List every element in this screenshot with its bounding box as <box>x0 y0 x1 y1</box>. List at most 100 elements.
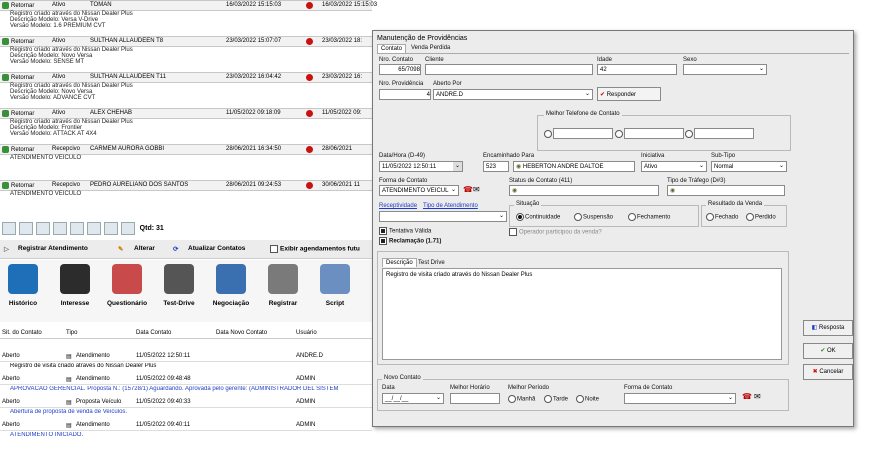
operador-checkbox[interactable]: Operador participou da venda? <box>509 228 602 236</box>
phone-icon[interactable]: ☎ <box>463 185 473 194</box>
atualizar-contatos-button[interactable]: Atualizar Contatos <box>188 245 245 252</box>
list-row[interactable]: Retornar Ativo TOMAN 16/03/2022 15:15:03 16/… <box>0 0 377 11</box>
resposta-button[interactable]: ◧ Resposta <box>803 320 853 336</box>
historico-button[interactable]: Histórico <box>2 264 44 318</box>
list-row[interactable]: Retornar Ativo SULTHAN ALLAUDEEN T8 23/03/2… <box>0 36 372 47</box>
data-hora-field[interactable]: 11/05/2022 12:50:11 ⌄ <box>379 161 463 172</box>
interesse-button[interactable]: Interesse <box>54 264 96 318</box>
col-sit[interactable]: Sit. do Contato <box>2 330 42 336</box>
row-status: Ativo <box>52 38 66 44</box>
tab-test-drive[interactable]: Test Drive <box>418 260 445 266</box>
col-novo[interactable]: Data Novo Contato <box>216 330 267 336</box>
add-icon[interactable] <box>19 222 33 235</box>
print-icon[interactable] <box>53 222 67 235</box>
export-icon[interactable] <box>70 222 84 235</box>
refresh-icon[interactable] <box>121 222 135 235</box>
row-action[interactable]: Retornar <box>11 111 34 117</box>
mail-icon[interactable]: ✉ <box>473 185 480 194</box>
tipo-trafego-label: Tipo de Tráfego (D#3) <box>667 178 726 184</box>
registrar-atendimento-button[interactable]: Registrar Atendimento <box>18 245 88 252</box>
return-icon[interactable] <box>2 2 9 9</box>
telefone-radio-3[interactable] <box>685 129 694 138</box>
questionario-button[interactable]: Questionário <box>106 264 148 318</box>
table-row[interactable]: Aberto ▤ Atendimento 11/05/2022 12:50:11 AND… <box>0 352 372 362</box>
resultado-opt-1[interactable]: Fechado <box>706 213 738 221</box>
nro-providencia-field[interactable]: 4 <box>379 89 431 100</box>
exibir-checkbox[interactable] <box>270 245 278 253</box>
edit-icon[interactable] <box>36 222 50 235</box>
status-contato-field[interactable]: ◉ <box>509 185 659 196</box>
col-usuario[interactable]: Usuário <box>296 330 317 336</box>
table-row[interactable]: Aberto ▤ Atendimento 11/05/2022 09:40:11 ADM… <box>0 421 372 431</box>
telefone-radio-1[interactable] <box>544 129 552 138</box>
iniciativa-select[interactable]: Ativo ⌄ <box>641 161 707 172</box>
forma2-select[interactable]: ⌄ <box>624 393 736 404</box>
tab-descricao[interactable]: Descrição <box>382 258 417 267</box>
forma-contato-select[interactable]: ATENDIMENTO VEICUL ⌄ <box>379 185 459 196</box>
situacao-opt-1[interactable]: Continuidade <box>516 213 560 221</box>
telefone-field-3[interactable] <box>694 128 755 139</box>
first-icon[interactable] <box>2 222 16 235</box>
return-icon[interactable] <box>2 146 9 153</box>
alterar-button[interactable]: Alterar <box>134 245 155 252</box>
responder-button[interactable]: ✔ Responder <box>597 87 661 101</box>
descricao-textarea[interactable]: Registro de visita criado através do Nis… <box>382 268 782 360</box>
idade-field[interactable]: 42 <box>597 64 677 75</box>
periodo-opt-3[interactable]: Noite <box>576 395 599 403</box>
telefone-field-2[interactable] <box>623 128 684 139</box>
filter-icon[interactable] <box>104 222 118 235</box>
row-action[interactable]: Retornar <box>11 183 34 189</box>
novo-data-field[interactable]: __/__/__ ⌄ <box>382 393 444 404</box>
return-icon[interactable] <box>2 182 9 189</box>
table-row[interactable]: Aberto ▤ Proposta Veículo 11/05/2022 09:40:… <box>0 398 372 408</box>
test-drive-button[interactable]: Test-Drive <box>158 264 200 318</box>
tipo-trafego-field[interactable]: ◉ <box>667 185 785 196</box>
subtipo-select[interactable]: Normal ⌄ <box>711 161 787 172</box>
mail2-icon[interactable]: ✉ <box>754 392 761 401</box>
copy-icon[interactable] <box>87 222 101 235</box>
situacao-opt-3[interactable]: Fechamento <box>628 213 670 221</box>
phone2-icon[interactable]: ☎ <box>742 392 752 401</box>
cancelar-button[interactable]: ✖ Cancelar <box>803 364 853 380</box>
registrar-button[interactable]: Registrar <box>262 264 304 318</box>
list-row[interactable]: Retornar Recepcivo CARMEM AURORA GOBBI 28/0… <box>0 144 372 155</box>
tentativa-checkbox[interactable]: Tentativa Válida <box>379 227 431 235</box>
cliente-field[interactable] <box>425 64 593 75</box>
nro-contato-field[interactable]: 65/7098 <box>379 64 421 75</box>
periodo-opt-2[interactable]: Tarde <box>544 395 568 403</box>
telefone-radio-2[interactable] <box>614 129 623 138</box>
aberto-por-select[interactable]: ANDRE.D ⌄ <box>433 89 593 100</box>
tipo-atendimento-link[interactable]: Tipo de Atendimento <box>423 203 478 209</box>
horario-field[interactable] <box>450 393 500 404</box>
situacao-opt-2[interactable]: Suspensão <box>574 213 613 221</box>
list-row[interactable]: Retornar Ativo ALEX CHEHAB 11/05/2022 09:18… <box>0 108 372 119</box>
col-tipo[interactable]: Tipo <box>66 330 77 336</box>
receptividade-link[interactable]: Receptividade <box>379 203 417 209</box>
row-action[interactable]: Retornar <box>11 39 34 45</box>
reclamacao-checkbox[interactable]: Reclamação (1.71) <box>379 237 441 245</box>
responder-label: Responder <box>606 92 637 98</box>
ok-button[interactable]: ✔ OK <box>803 343 853 359</box>
exibir-checkbox-wrap[interactable]: Exibir agendamentos futu <box>270 245 360 253</box>
sexo-select[interactable]: ⌄ <box>683 64 767 75</box>
resultado-opt-2[interactable]: Perdido <box>746 213 776 221</box>
col-data[interactable]: Data Contato <box>136 330 171 336</box>
row-action[interactable]: Retornar <box>11 147 34 153</box>
tab-contato[interactable]: Contato <box>377 44 407 53</box>
list-row[interactable]: Retornar Ativo SULTHAN ALLAUDEEN T11 23/03/… <box>0 72 372 83</box>
row-action[interactable]: Retornar <box>11 3 34 9</box>
return-icon[interactable] <box>2 38 9 45</box>
periodo-opt-1[interactable]: Manhã <box>508 395 535 403</box>
return-icon[interactable] <box>2 74 9 81</box>
encaminhado-code[interactable]: 523 <box>483 161 509 172</box>
tab-venda-perdida[interactable]: Venda Perdida <box>411 45 450 51</box>
receptividade-select[interactable]: ⌄ <box>379 211 507 222</box>
encaminhado-field[interactable]: ◉ HEBERTON ANDRE DALTOE <box>513 161 635 172</box>
table-row[interactable]: Aberto ▤ Atendimento 11/05/2022 09:48:48 ADM… <box>0 375 372 385</box>
row-action[interactable]: Retornar <box>11 75 34 81</box>
script-button[interactable]: Script <box>314 264 356 318</box>
negociacao-button[interactable]: Negociação <box>210 264 252 318</box>
list-row[interactable]: Retornar Recepcivo PEDRO AURELIANO DOS SAN… <box>0 180 372 191</box>
return-icon[interactable] <box>2 110 9 117</box>
telefone-field-1[interactable] <box>553 128 613 139</box>
